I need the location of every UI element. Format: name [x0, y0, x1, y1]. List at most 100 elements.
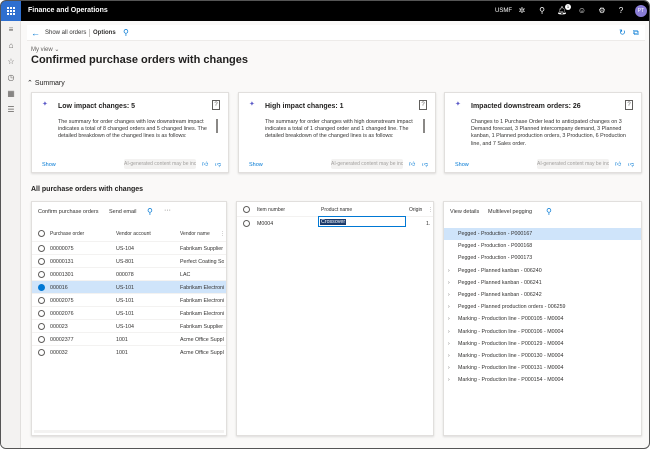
thumbs-down-icon[interactable]: 👎︎	[215, 160, 221, 168]
thumbs-up-icon[interactable]: 👍︎	[615, 160, 621, 168]
show-link[interactable]: Show	[42, 162, 56, 168]
chevron-right-icon[interactable]: ›	[448, 304, 450, 310]
help-icon[interactable]: ?	[212, 100, 220, 110]
scrollbar[interactable]	[216, 119, 218, 133]
tree-item[interactable]: › Marking - Production line - P000105 - M…	[444, 313, 641, 325]
tree-item[interactable]: › Pegged - Planned kanban - 006241	[444, 277, 641, 289]
col-origin[interactable]: Origin	[409, 207, 422, 213]
workspace-icon[interactable]: ▦	[6, 89, 16, 99]
hamburger-icon[interactable]: ≡	[6, 25, 16, 35]
table-row[interactable]: 00002075 US-101 Fabrikam Electronic	[32, 293, 226, 306]
thumbs-down-icon[interactable]: 👎︎	[422, 160, 428, 168]
chevron-right-icon[interactable]: ›	[448, 377, 450, 383]
po-number[interactable]: 00000075	[50, 246, 112, 252]
select-all-radio[interactable]	[243, 206, 250, 213]
send-email-button[interactable]: Send email	[109, 209, 137, 215]
help-icon[interactable]: ?	[616, 6, 626, 16]
multilevel-pegging-button[interactable]: Multilevel pegging	[488, 209, 532, 215]
tree-item[interactable]: › Marking - Production line - P000129 - M…	[444, 338, 641, 350]
chevron-right-icon[interactable]: ›	[448, 292, 450, 298]
row-radio[interactable]	[38, 349, 45, 356]
horizontal-scrollbar[interactable]	[34, 430, 224, 433]
chevron-right-icon[interactable]: ›	[448, 341, 450, 347]
table-row[interactable]: 00000075 US-104 Fabrikam Supplier	[32, 241, 226, 254]
help-icon[interactable]: ?	[419, 100, 427, 110]
row-radio[interactable]	[38, 271, 45, 278]
po-number[interactable]: 00002075	[50, 298, 112, 304]
summary-section-toggle[interactable]: ⌃ Summary	[27, 79, 65, 87]
more-button[interactable]: ···	[164, 207, 171, 214]
search-icon[interactable]: ⚲	[123, 28, 129, 37]
table-row[interactable]: 00001301 000078 LAC	[32, 267, 226, 280]
popout-icon[interactable]: ⧉	[633, 28, 639, 38]
row-radio[interactable]	[38, 323, 45, 330]
star-icon[interactable]: ☆	[6, 57, 16, 67]
column-options-icon[interactable]: ⋮	[220, 231, 225, 237]
product-name-input[interactable]: Crossover	[318, 216, 406, 227]
col-item-number[interactable]: Item number	[257, 207, 285, 213]
row-radio[interactable]	[38, 245, 45, 252]
row-radio[interactable]	[243, 220, 250, 227]
my-view-selector[interactable]: My view ⌄	[31, 46, 59, 53]
confirm-po-button[interactable]: Confirm purchase orders	[38, 209, 99, 215]
tree-item[interactable]: › Marking - Production line - P000106 - M…	[444, 326, 641, 338]
copilot-icon[interactable]: ✲	[517, 6, 527, 16]
search-icon[interactable]: ⚲	[546, 207, 552, 216]
gear-icon[interactable]: ⚙	[597, 6, 607, 16]
table-row[interactable]: 00000131 US-801 Perfect Coating Sol	[32, 254, 226, 267]
chevron-right-icon[interactable]: ›	[448, 329, 450, 335]
po-number[interactable]: 00000131	[50, 259, 112, 265]
table-row[interactable]: 000032 1001 Acme Office Supplie	[32, 345, 226, 358]
chevron-right-icon[interactable]: ›	[448, 365, 450, 371]
table-row[interactable]: 000023 US-104 Fabrikam Supplier	[32, 319, 226, 332]
tree-item[interactable]: › Marking - Production line - P000154 - M…	[444, 374, 641, 386]
po-number[interactable]: 000032	[50, 350, 112, 356]
home-icon[interactable]: ⌂	[6, 41, 16, 51]
chevron-right-icon[interactable]: ›	[448, 353, 450, 359]
po-number[interactable]: 000023	[50, 324, 112, 330]
app-launcher-icon[interactable]	[1, 1, 21, 21]
col-product-name[interactable]: Product name	[321, 207, 352, 213]
po-number[interactable]: 00002076	[50, 311, 112, 317]
row-radio[interactable]	[38, 258, 45, 265]
avatar[interactable]: PT	[635, 5, 647, 17]
row-radio[interactable]	[38, 284, 45, 291]
po-number[interactable]: 000016	[50, 285, 112, 291]
po-number[interactable]: 00002377	[50, 337, 112, 343]
table-row[interactable]: 000016 US-101 Fabrikam Electronic	[32, 280, 226, 293]
po-number[interactable]: 00001301	[50, 272, 112, 278]
chevron-right-icon[interactable]: ›	[448, 316, 450, 322]
col-vendor-account[interactable]: Vendor account	[116, 231, 151, 237]
thumbs-up-icon[interactable]: 👍︎	[409, 160, 415, 168]
scrollbar[interactable]	[423, 119, 425, 133]
back-arrow-icon[interactable]: ←	[31, 28, 40, 38]
tree-item[interactable]: › Pegged - Planned production orders - 00…	[444, 301, 641, 313]
app-name[interactable]: Finance and Operations	[28, 7, 108, 14]
table-row[interactable]: 00002377 1001 Acme Office Supplie	[32, 332, 226, 345]
chevron-right-icon[interactable]: ›	[448, 268, 450, 274]
chevron-right-icon[interactable]: ›	[448, 280, 450, 286]
view-details-button[interactable]: View details	[450, 209, 479, 215]
thumbs-up-icon[interactable]: 👍︎	[202, 160, 208, 168]
tree-item[interactable]: › Pegged - Planned kanban - 006240	[444, 265, 641, 277]
tree-item[interactable]: › Marking - Production line - P000130 - M…	[444, 350, 641, 362]
tree-item[interactable]: › Pegged - Planned kanban - 006242	[444, 289, 641, 301]
row-radio[interactable]	[38, 336, 45, 343]
show-all-orders-button[interactable]: Show all orders	[45, 30, 86, 36]
table-row[interactable]: 00002076 US-101 Fabrikam Electronic	[32, 306, 226, 319]
smiley-icon[interactable]: ☺	[577, 6, 587, 16]
tree-item[interactable]: › Marking - Production line - P000131 - M…	[444, 362, 641, 374]
list-icon[interactable]: ☰	[6, 105, 16, 115]
tree-item[interactable]: Pegged - Production - P000168	[444, 240, 641, 252]
row-radio[interactable]	[38, 310, 45, 317]
show-link[interactable]: Show	[249, 162, 263, 168]
refresh-icon[interactable]: ↻	[619, 28, 626, 37]
tree-item[interactable]: Pegged - Production - P000173	[444, 252, 641, 264]
col-vendor-name[interactable]: Vendor name	[180, 231, 210, 237]
search-icon[interactable]: ⚲	[147, 207, 153, 216]
select-all-radio[interactable]	[38, 230, 45, 237]
search-icon[interactable]: ⚲	[537, 6, 547, 16]
tree-item[interactable]: Pegged - Production - P000167	[444, 228, 641, 240]
clock-icon[interactable]: ◷	[6, 73, 16, 83]
thumbs-down-icon[interactable]: 👎︎	[628, 160, 634, 168]
